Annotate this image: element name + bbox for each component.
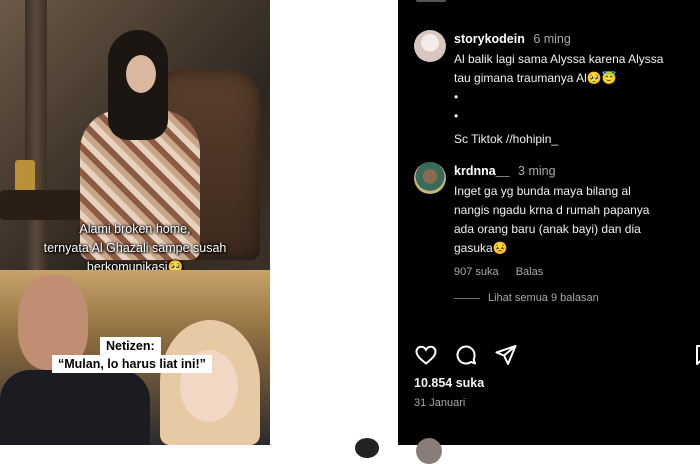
partial-avatar — [355, 438, 379, 458]
post-like-count[interactable]: 10.854 suka — [414, 376, 484, 390]
avatar[interactable] — [414, 162, 446, 194]
comment-time: 3 ming — [518, 164, 556, 178]
caption-line: Alami broken home, — [79, 222, 191, 236]
reply-button[interactable]: Balas — [516, 266, 544, 278]
comment-line: • — [454, 90, 459, 104]
comment-meta: 907 suka Balas — [454, 266, 700, 278]
avatar — [416, 438, 442, 464]
post-actions — [414, 343, 700, 369]
comment-icon[interactable] — [454, 343, 478, 367]
comment-line: Sc Tiktok //hohipin_ — [454, 132, 559, 146]
comment-line: Inget ga yg bunda maya bilang al — [454, 184, 631, 198]
comment-time: 6 ming — [533, 32, 571, 46]
comment-username[interactable]: storykodein — [454, 32, 525, 46]
comment-username[interactable]: krdnna__ — [454, 164, 510, 178]
video-caption: Alami broken home, ternyata Al Ghazali s… — [0, 220, 270, 277]
comment-line: gasuka😣 — [454, 241, 508, 255]
comment-line: nangis ngadu krna d rumah papanya — [454, 203, 650, 217]
post-media[interactable]: Alami broken home, ternyata Al Ghazali s… — [0, 0, 270, 445]
comment-text: Inget ga yg bunda maya bilang al nangis … — [454, 182, 700, 258]
quote-tag: “Mulan, lo harus liat ini!” — [52, 355, 212, 373]
top-edge-avatar — [416, 0, 446, 2]
view-replies-link[interactable]: Lihat semua 9 balasan — [454, 292, 599, 304]
comment-line: Al balik lagi sama Alyssa karena Alyssa — [454, 52, 664, 66]
caption-line: ternyata Al Ghazali sampe susah — [43, 241, 227, 255]
drink-glass — [15, 160, 35, 192]
comment-body: krdnna__ 3 ming Inget ga yg bunda maya b… — [454, 162, 700, 278]
comment-line: ada orang baru (anak bayi) dan dia — [454, 222, 641, 236]
man-body — [0, 370, 150, 445]
avatar[interactable] — [414, 30, 446, 62]
bookmark-icon[interactable] — [692, 343, 700, 367]
comments-panel: storykodein 6 ming Al balik lagi sama Al… — [398, 0, 700, 464]
heart-icon[interactable] — [414, 343, 438, 367]
comment-body: storykodein 6 ming Al balik lagi sama Al… — [454, 30, 700, 149]
netizen-tag: Netizen: — [100, 337, 161, 355]
comment-line: tau gimana traumanya Al🥺😇 — [454, 71, 617, 85]
woman-figure — [70, 30, 200, 260]
comment-line: • — [454, 109, 459, 123]
share-icon[interactable] — [494, 343, 518, 367]
comment-like-count[interactable]: 907 suka — [454, 266, 499, 278]
post-date: 31 Januari — [414, 397, 466, 409]
face — [126, 55, 156, 93]
divider-dash — [454, 297, 480, 299]
view-replies-label: Lihat semua 9 balasan — [488, 292, 599, 304]
comment-text: Al balik lagi sama Alyssa karena Alyssa … — [454, 50, 700, 149]
